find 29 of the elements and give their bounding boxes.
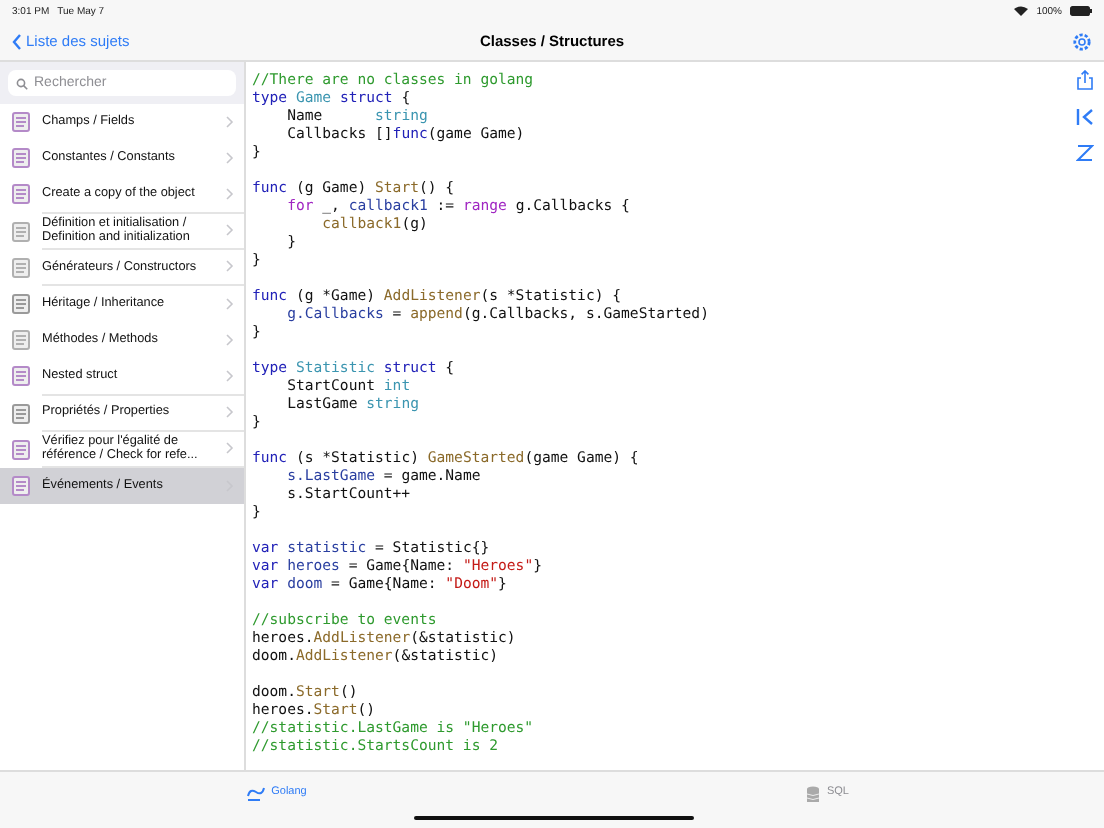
share-icon[interactable] [1075,70,1093,90]
chevron-icon [226,260,234,273]
settings-icon[interactable] [1072,31,1092,51]
document-icon [12,294,30,315]
document-icon [12,257,30,278]
chevron-icon [226,151,234,164]
battery-icon [1070,6,1092,16]
chevron-icon [226,333,234,346]
document-icon [12,221,30,242]
chevron-icon [226,297,234,310]
document-icon [12,475,30,496]
chevron-icon [226,369,234,382]
chevron-icon [226,115,234,128]
database-icon [806,786,821,804]
chevron-icon [226,224,234,237]
document-icon [12,184,30,205]
chevron-icon [226,406,234,419]
document-icon [12,148,30,169]
document-icon [12,403,30,424]
document-icon [12,330,30,351]
search-icon [16,77,28,89]
chevron-left-icon [12,33,22,49]
collapse-icon[interactable] [1075,108,1093,126]
document-icon [12,439,30,460]
chevron-icon [226,187,234,200]
document-icon [12,366,30,387]
wifi-icon [1014,6,1029,16]
document-icon [12,112,30,133]
chevron-icon [226,442,234,455]
